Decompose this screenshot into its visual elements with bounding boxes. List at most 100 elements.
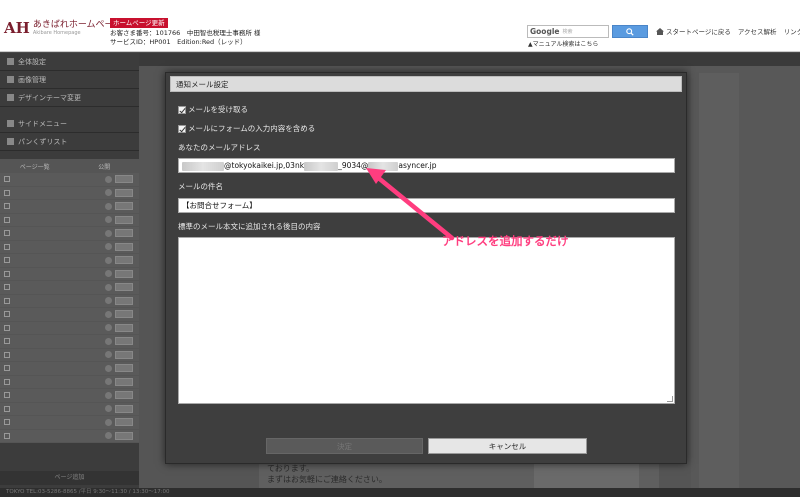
account-line-1: お客さま番号：101766 中田智也税理士事務所 様 [110,29,261,37]
publish-toggle[interactable] [115,364,133,373]
page-icon [4,189,10,196]
publish-toggle[interactable] [115,350,133,359]
page-list-item[interactable] [0,375,139,389]
publish-toggle[interactable] [115,323,133,332]
page-list-item[interactable] [0,240,139,254]
page-icon [4,270,10,277]
page-icon [4,365,10,372]
logo[interactable]: AH あきばれホームページ Akibare Homepage [4,20,122,36]
email-label: あなたのメールアドレス [178,143,261,152]
page-list-item[interactable] [0,281,139,295]
page-icon [4,338,10,345]
header-links: スタートページに戻る アクセス解析 リンクサポー [656,26,800,36]
search-icon [626,27,634,36]
search-input[interactable]: Google 検索 [527,25,609,38]
status-dot [105,189,112,197]
page-list-item[interactable] [0,335,139,349]
email-field[interactable]: @tokyokaikei.jp,03nk _9034@ asyncer.jp [178,158,675,173]
page-list-item[interactable] [0,267,139,281]
sidebar-item-side-menu[interactable]: サイドメニュー [0,115,139,133]
receive-mail-checkbox-row[interactable]: メールを受け取る [178,104,248,115]
publish-toggle[interactable] [115,404,133,413]
publish-toggle[interactable] [115,377,133,386]
access-analysis-link[interactable]: アクセス解析 [738,26,777,36]
page-icon [4,257,10,264]
search-placeholder: 検索 [562,29,573,35]
page-list-item[interactable] [0,227,139,241]
sidebar-item-breadcrumb[interactable]: パンくずリスト [0,133,139,151]
ok-button[interactable]: 決定 [266,438,423,454]
page-list-item[interactable] [0,200,139,214]
status-dot [105,337,112,345]
subject-field[interactable]: 【お問合せフォーム】 [178,198,675,213]
publish-toggle[interactable] [115,418,133,427]
page-list-item[interactable] [0,348,139,362]
page-list-item[interactable] [0,402,139,416]
publish-toggle[interactable] [115,296,133,305]
app-header: AH あきばれホームページ Akibare Homepage ホームページ更新 … [0,0,800,52]
publish-toggle[interactable] [115,310,133,319]
publish-toggle[interactable] [115,431,133,440]
page-list-item[interactable] [0,308,139,322]
status-dot [105,256,112,264]
page-icon [4,243,10,250]
page-list-item[interactable] [0,173,139,187]
status-dot [105,270,112,278]
redacted-text [182,161,224,171]
include-form-checkbox-row[interactable]: メールにフォームの入力内容を含める [178,123,315,134]
sidebar-item-image-manager[interactable]: 画像管理 [0,71,139,89]
account-line-2: サービスID：HP001 Edition:Red（レッド） [110,38,247,46]
home-icon [656,27,664,35]
subject-label: メールの件名 [178,182,223,191]
sidebar-item-design-theme[interactable]: デザインテーマ変更 [0,89,139,107]
page-icon [4,324,10,331]
cancel-button[interactable]: キャンセル [428,438,587,454]
page-list-item[interactable] [0,362,139,376]
publish-toggle[interactable] [115,188,133,197]
page-icon [4,432,10,439]
page-list-item[interactable] [0,213,139,227]
settings-icon [7,58,14,65]
status-dot [105,378,112,386]
page-list-item[interactable] [0,321,139,335]
page-list-item[interactable] [0,186,139,200]
search-button[interactable] [612,25,648,38]
include-form-checkbox[interactable] [178,124,186,133]
publish-toggle[interactable] [115,175,133,184]
body-label: 標準のメール本文に追加される後目の内容 [178,222,321,231]
page-list-item[interactable] [0,389,139,403]
publish-toggle[interactable] [115,283,133,292]
resize-handle[interactable] [667,396,673,402]
link-support-link[interactable]: リンクサポー [784,26,800,36]
page-list-item[interactable] [0,254,139,268]
status-dot [105,202,112,210]
publish-toggle[interactable] [115,215,133,224]
page-icon [4,176,10,183]
publish-toggle[interactable] [115,269,133,278]
publish-toggle[interactable] [115,229,133,238]
preview-text: ております。 まずはお気軽にご連絡ください。 [267,464,387,484]
publish-toggle[interactable] [115,391,133,400]
publish-toggle[interactable] [115,242,133,251]
page-icon [4,297,10,304]
status-dot [105,324,112,332]
status-dot [105,297,112,305]
page-list-item[interactable] [0,294,139,308]
start-page-link[interactable]: スタートページに戻る [656,26,731,36]
publish-toggle[interactable] [115,337,133,346]
page-icon [4,311,10,318]
publish-toggle[interactable] [115,256,133,265]
manual-search-link[interactable]: ▲マニュアル検索はこちら [528,39,598,48]
page-list-item[interactable] [0,416,139,430]
publish-toggle[interactable] [115,202,133,211]
page-icon [4,405,10,412]
editor-toolbar [139,53,800,66]
receive-mail-checkbox[interactable] [178,105,186,114]
breadcrumb-icon [7,138,14,145]
body-textarea[interactable] [178,237,675,404]
page-list-item[interactable] [0,429,139,443]
add-page-button[interactable]: ページ追加 [0,471,139,485]
status-dot [105,432,112,440]
sidebar-item-global-settings[interactable]: 全体設定 [0,53,139,71]
page-icon [4,284,10,291]
